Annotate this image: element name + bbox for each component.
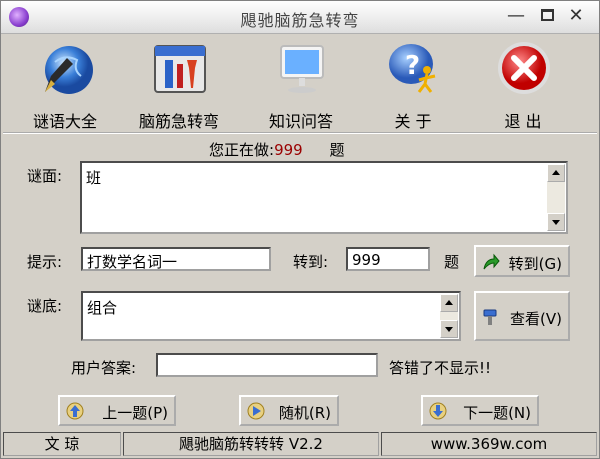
view-answer-label: 查看(V) (510, 310, 562, 328)
scroll-up-button[interactable] (547, 164, 565, 182)
svg-text:?: ? (405, 51, 420, 81)
prev-question-label: 上一题(P) (102, 404, 168, 422)
view-answer-button[interactable]: 查看(V) (474, 291, 570, 341)
toolbar-about-button[interactable]: ? 关 于 (363, 38, 463, 131)
arrow-up-icon (552, 170, 560, 175)
hint-field[interactable]: 打数学名词一 (81, 247, 271, 271)
goto-button[interactable]: 转到(G) (474, 245, 570, 277)
title-bar: 飓驰脑筋急转弯 — ✕ (1, 1, 599, 34)
toolbar-label: 谜语大全 (32, 112, 97, 131)
goto-value: 999 (352, 251, 381, 269)
answer-textarea[interactable]: 组合 (81, 291, 461, 341)
goto-input[interactable]: 999 (346, 247, 430, 271)
user-answer-label: 用户答案: (71, 359, 137, 377)
random-label: 随机(R) (278, 404, 331, 422)
toolbar-quiz-button[interactable]: 知识问答 (251, 38, 351, 131)
scroll-up-button[interactable] (440, 294, 458, 312)
status-bar: 文 琼 飓驰脑筋转转转 V2.2 www.369w.com (3, 432, 597, 456)
answer-scrollbar[interactable] (440, 294, 458, 338)
scroll-down-button[interactable] (547, 213, 565, 231)
question-textarea[interactable]: 班 (80, 161, 568, 234)
toolbar-riddles-button[interactable]: 谜语大全 (15, 38, 115, 131)
question-text: 班 (86, 169, 102, 187)
answer-text: 组合 (87, 299, 118, 317)
play-icon (247, 402, 265, 420)
random-button[interactable]: 随机(R) (239, 395, 339, 426)
help-runner-icon: ? (389, 44, 436, 93)
close-button[interactable]: ✕ (563, 5, 589, 27)
question-scrollbar[interactable] (547, 164, 565, 231)
next-question-button[interactable]: 下一题(N) (421, 395, 539, 426)
toolbar: 谜语大全 脑筋急转弯 知识问答 ? 关 于 退 出 (3, 34, 597, 134)
answer-label: 谜底: (27, 297, 63, 315)
toolbar-label: 脑筋急转弯 (138, 112, 219, 131)
question-label: 谜面: (27, 167, 63, 185)
toolbar-brainteaser-button[interactable]: 脑筋急转弯 (129, 38, 229, 131)
hint-value: 打数学名词一 (87, 253, 178, 271)
goto-button-label: 转到(G) (508, 255, 562, 273)
arrow-down-icon (445, 327, 453, 332)
arrow-down-icon (552, 220, 560, 225)
exit-x-icon (498, 42, 550, 94)
arrow-up-icon (445, 300, 453, 305)
progress-suffix: 题 (329, 141, 345, 159)
goto-suffix: 题 (444, 253, 460, 271)
status-website: www.369w.com (381, 432, 597, 456)
monitor-icon (280, 45, 324, 93)
up-arrow-icon (66, 402, 84, 420)
goto-label: 转到: (293, 253, 329, 271)
hint-label: 提示: (27, 253, 63, 271)
status-app-name: 飓驰脑筋转转转 V2.2 (123, 432, 379, 456)
status-author: 文 琼 (3, 432, 121, 456)
progress-prefix: 您正在做: (209, 141, 275, 159)
toolbar-label: 知识问答 (268, 112, 333, 131)
toolbar-exit-button[interactable]: 退 出 (473, 38, 573, 131)
scroll-down-button[interactable] (440, 320, 458, 338)
toolbox-icon (154, 45, 206, 93)
toolbar-label: 退 出 (504, 112, 542, 131)
current-question-number: 999 (274, 141, 303, 159)
next-question-label: 下一题(N) (463, 404, 531, 422)
progress-line: 您正在做:999 题 (209, 139, 345, 160)
pen-globe-icon (45, 46, 93, 94)
green-arrow-icon (483, 253, 500, 270)
hammer-icon (483, 309, 497, 325)
down-arrow-icon (429, 402, 447, 420)
maximize-icon (541, 9, 554, 21)
prev-question-button[interactable]: 上一题(P) (58, 395, 176, 426)
main-window: 飓驰脑筋急转弯 — ✕ 谜语大全 脑筋急转弯 知识问答 ? 关 于 退 出 您正… (0, 0, 600, 459)
toolbar-label: 关 于 (394, 112, 432, 131)
minimize-button[interactable]: — (503, 5, 529, 27)
user-answer-note: 答错了不显示!! (389, 359, 492, 377)
maximize-button[interactable] (535, 5, 561, 27)
user-answer-input[interactable] (156, 353, 378, 377)
